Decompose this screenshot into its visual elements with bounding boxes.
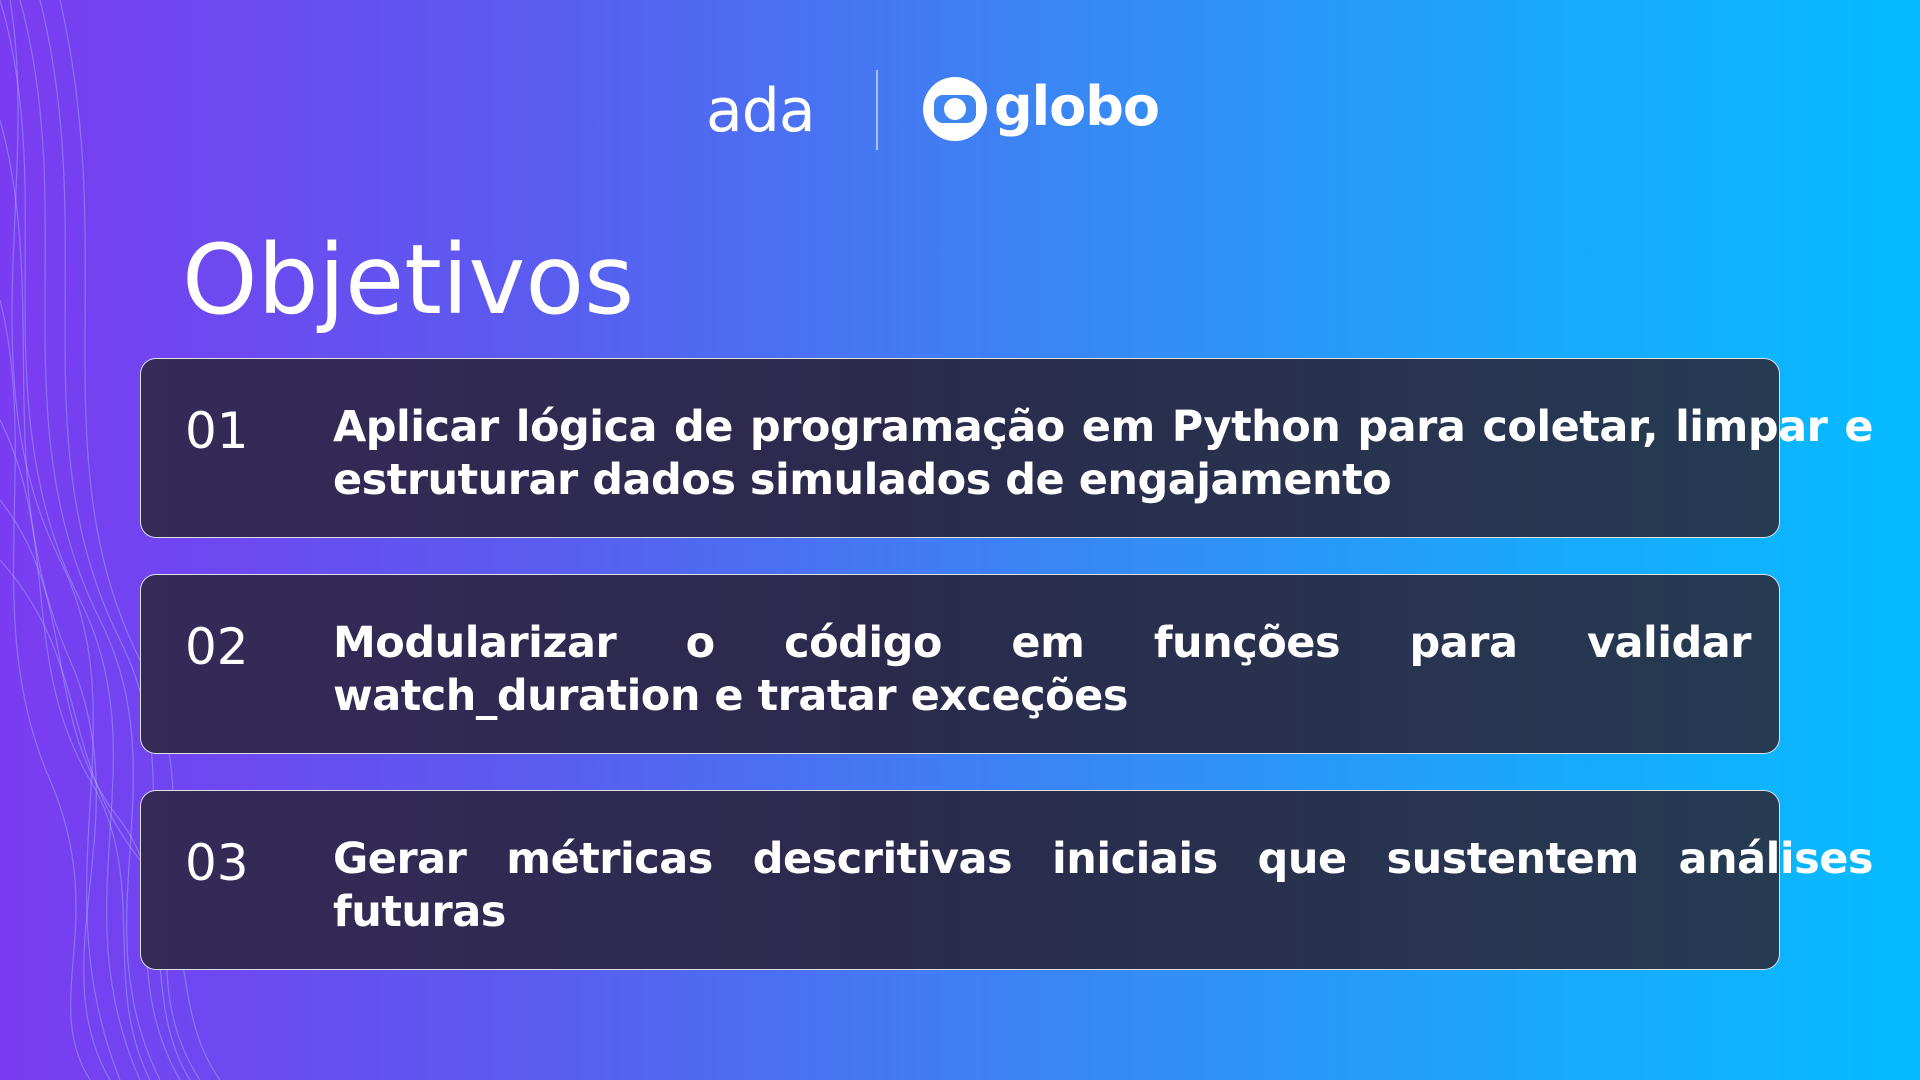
ada-logo: ada xyxy=(706,76,816,146)
objectives-list: 01 Aplicar lógica de programação em Pyth… xyxy=(140,358,1874,1006)
objective-text: Gerar métricas descritivas iniciais que … xyxy=(333,834,1874,937)
objective-text: Aplicar lógica de programação em Python … xyxy=(333,402,1874,505)
objective-text: Modularizar o código em funções para val… xyxy=(333,618,1752,721)
slide: ada globo Objetivos 01 Aplicar lógica de… xyxy=(0,0,1920,1080)
objective-number: 02 xyxy=(185,618,249,676)
objective-card-02: 02 Modularizar o código em funções para … xyxy=(140,574,1780,754)
objective-number: 01 xyxy=(185,402,249,460)
logo-divider xyxy=(876,70,878,150)
globo-logo-icon xyxy=(923,77,987,141)
objective-card-03: 03 Gerar métricas descritivas iniciais q… xyxy=(140,790,1874,970)
header-logos: ada globo xyxy=(0,70,1920,150)
page-title: Objetivos xyxy=(182,224,635,336)
objective-number: 03 xyxy=(185,834,249,892)
globo-logo: globo xyxy=(994,75,1160,138)
objective-card-01: 01 Aplicar lógica de programação em Pyth… xyxy=(140,358,1874,538)
